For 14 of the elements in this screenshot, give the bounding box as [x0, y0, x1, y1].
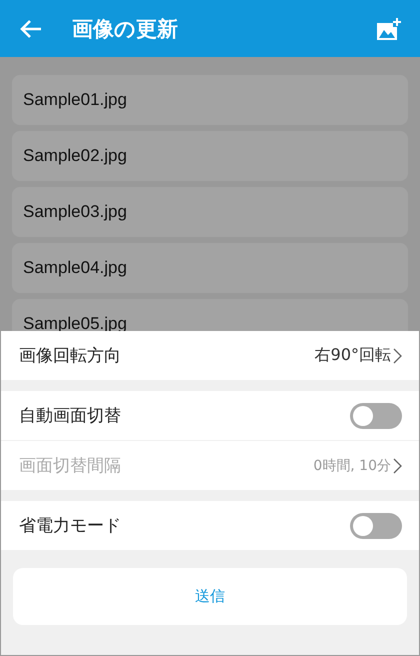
add-image-icon[interactable] — [376, 16, 402, 40]
setting-label: 自動画面切替 — [19, 405, 121, 427]
setting-label: 画面切替間隔 — [19, 455, 121, 477]
file-item[interactable]: Sample01.jpg — [12, 75, 408, 125]
chevron-icon — [393, 458, 402, 474]
screen-title: 画像の更新 — [72, 16, 179, 42]
file-item[interactable]: Sample02.jpg — [12, 131, 408, 181]
toggle-switch[interactable] — [350, 402, 402, 428]
file-item[interactable]: Sample03.jpg — [12, 187, 408, 237]
setting-label: 省電力モード — [19, 515, 121, 537]
chevron-icon — [393, 348, 402, 364]
file-item[interactable]: Sample04.jpg — [12, 243, 408, 293]
back-icon[interactable] — [20, 18, 42, 38]
toggle-switch[interactable] — [350, 512, 402, 538]
